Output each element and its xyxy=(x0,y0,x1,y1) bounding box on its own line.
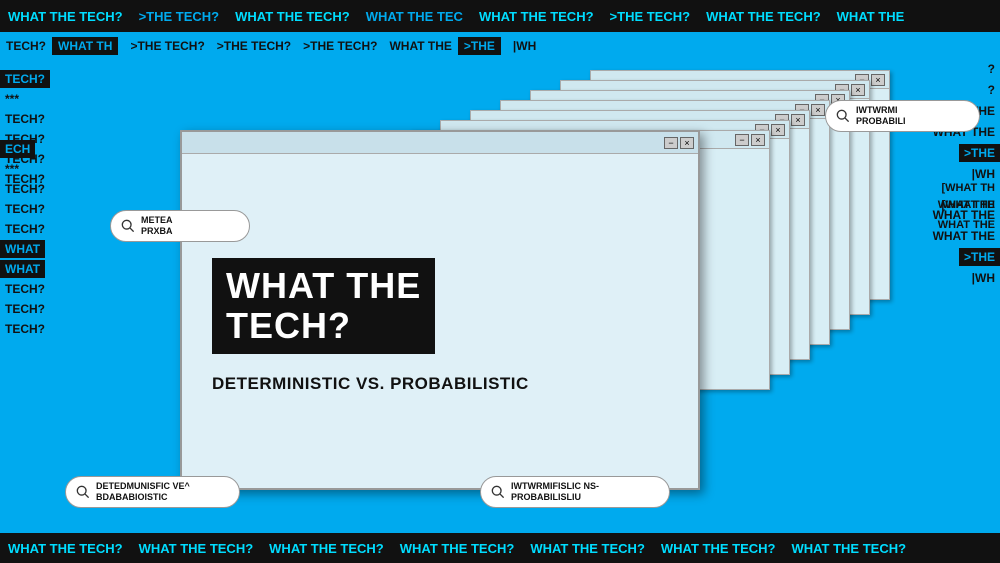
search-text-bottom-left: DETEDMUNISFIC ve^ BDABABIOISTIC xyxy=(96,481,190,503)
bg-right-5: >THE xyxy=(959,144,1000,162)
search-bot-left-l1: DETEDMUNISFIC ve^ xyxy=(96,481,190,492)
bg-bot-2: WHAT THE TECH? xyxy=(131,541,262,556)
bg-left-1: TECH? xyxy=(0,70,50,88)
bg-top-text-1: WHAT THE TECH? xyxy=(0,9,131,24)
bg-r1-7: >THE xyxy=(458,37,501,55)
bg-r1-4: >THE TECH? xyxy=(211,39,297,53)
bg-left-b4: TECH? xyxy=(0,200,110,218)
bg-left-b6: WHAT xyxy=(0,240,45,258)
search-mid-left-l1: METEA xyxy=(141,215,173,226)
search-text-bottom-right: IWTWRMIFISLIC ns- PROBABILISLIU xyxy=(511,481,599,503)
win-btn-close-7[interactable]: × xyxy=(851,84,865,96)
win-btn-close-3[interactable]: × xyxy=(771,124,785,136)
search-icon-top-right xyxy=(836,109,850,123)
bg-right-10: |WH xyxy=(967,269,1000,287)
win-btn-close-2[interactable]: × xyxy=(751,134,765,146)
bg-r1-2: WHAT TH xyxy=(52,37,118,55)
bg-r1-6: WHAT THE xyxy=(383,39,457,53)
bg-right-1: ? xyxy=(983,60,1000,78)
bg-left-b8: TECH? xyxy=(0,280,110,298)
bg-bot-6: WHAT THE TECH? xyxy=(653,541,784,556)
window-titlebar-main: − × xyxy=(182,132,698,154)
search-top-right-l1: IWTWRMI xyxy=(856,105,906,116)
bg-left-2: *** xyxy=(0,90,110,108)
bg-top-text-4: WHAT THE TEC xyxy=(358,7,471,26)
search-text-mid-left: METEA PRXBA xyxy=(141,215,173,237)
bg-r1-1: TECH? xyxy=(0,39,52,53)
win-btn-min-2[interactable]: − xyxy=(735,134,749,146)
win-btn-close-5[interactable]: × xyxy=(811,104,825,116)
bg-bot-3: WHAT THE TECH? xyxy=(261,541,392,556)
bg-left-3: TECH? xyxy=(0,110,110,128)
bg-left-b10: TECH? xyxy=(0,320,110,338)
bg-left-b2: *** xyxy=(0,160,110,178)
bg-what-right-2: WHAT THE xyxy=(938,215,995,233)
main-window: − × WHAT THE TECH? DETERMINISTIC vs. PRO… xyxy=(180,130,700,490)
title-line2: TECH? xyxy=(226,306,421,346)
search-bar-top-right[interactable]: IWTWRMI PROBABILI xyxy=(825,100,980,132)
minimize-button[interactable]: − xyxy=(664,137,678,149)
bg-r1-3: >THE TECH? xyxy=(124,39,210,53)
bg-left-b5: TECH? xyxy=(0,220,110,238)
what-the-right: WHAT THE xyxy=(938,195,995,213)
search-icon-bottom-right xyxy=(491,485,505,499)
bg-left-b1: ECH xyxy=(0,140,35,158)
bg-right-2: ? xyxy=(983,81,1000,99)
search-bar-bottom-left[interactable]: DETEDMUNISFIC ve^ BDABABIOISTIC xyxy=(65,476,240,508)
close-button[interactable]: × xyxy=(680,137,694,149)
title-line1: WHAT THE xyxy=(226,266,421,306)
bracket-what-the: [WHAT TH xyxy=(941,178,995,196)
bg-top-text-5: WHAT THE TECH? xyxy=(471,9,602,24)
search-icon-mid-left xyxy=(121,219,135,233)
bg-top-text-7: WHAT THE TECH? xyxy=(698,9,829,24)
bg-top-text-3: WHAT THE TECH? xyxy=(227,9,358,24)
win-btn-close-8[interactable]: × xyxy=(871,74,885,86)
search-top-right-l2: PROBABILI xyxy=(856,116,906,127)
search-bot-left-l2: BDABABIOISTIC xyxy=(96,492,190,503)
search-icon-bottom-left xyxy=(76,485,90,499)
window-content-main: WHAT THE TECH? DETERMINISTIC vs. PROBABI… xyxy=(182,154,698,488)
search-bot-right-l2: PROBABILISLIU xyxy=(511,492,599,503)
bg-left-b9: TECH? xyxy=(0,300,110,318)
episode-subtitle: DETERMINISTIC vs. PROBABILISTIC xyxy=(212,374,529,394)
search-text-top-right: IWTWRMI PROBABILI xyxy=(856,105,906,127)
bg-top-text-2: >THE TECH? xyxy=(131,9,228,24)
bg-top-text-6: >THE TECH? xyxy=(602,9,699,24)
bg-right-9: >THE xyxy=(959,248,1000,266)
bg-top-text-8: WHAT THE xyxy=(829,9,913,24)
search-bar-mid-left[interactable]: METEA PRXBA xyxy=(110,210,250,242)
bg-r1-5: >THE TECH? xyxy=(297,39,383,53)
bg-bot-5: WHAT THE TECH? xyxy=(522,541,653,556)
bg-bot-7: WHAT THE TECH? xyxy=(783,541,914,556)
bg-r1-8: |WH xyxy=(507,39,542,53)
show-title-box: WHAT THE TECH? xyxy=(212,258,435,353)
bg-left-b7: WHAT xyxy=(0,260,45,278)
bg-bot-4: WHAT THE TECH? xyxy=(392,541,523,556)
search-bar-bottom-right[interactable]: IWTWRMIFISLIC ns- PROBABILISLIU xyxy=(480,476,670,508)
bg-left-b3: TECH? xyxy=(0,180,110,198)
bg-bot-1: WHAT THE TECH? xyxy=(0,541,131,556)
search-bot-right-l1: IWTWRMIFISLIC ns- xyxy=(511,481,599,492)
search-mid-left-l2: PRXBA xyxy=(141,226,173,237)
win-btn-close-4[interactable]: × xyxy=(791,114,805,126)
